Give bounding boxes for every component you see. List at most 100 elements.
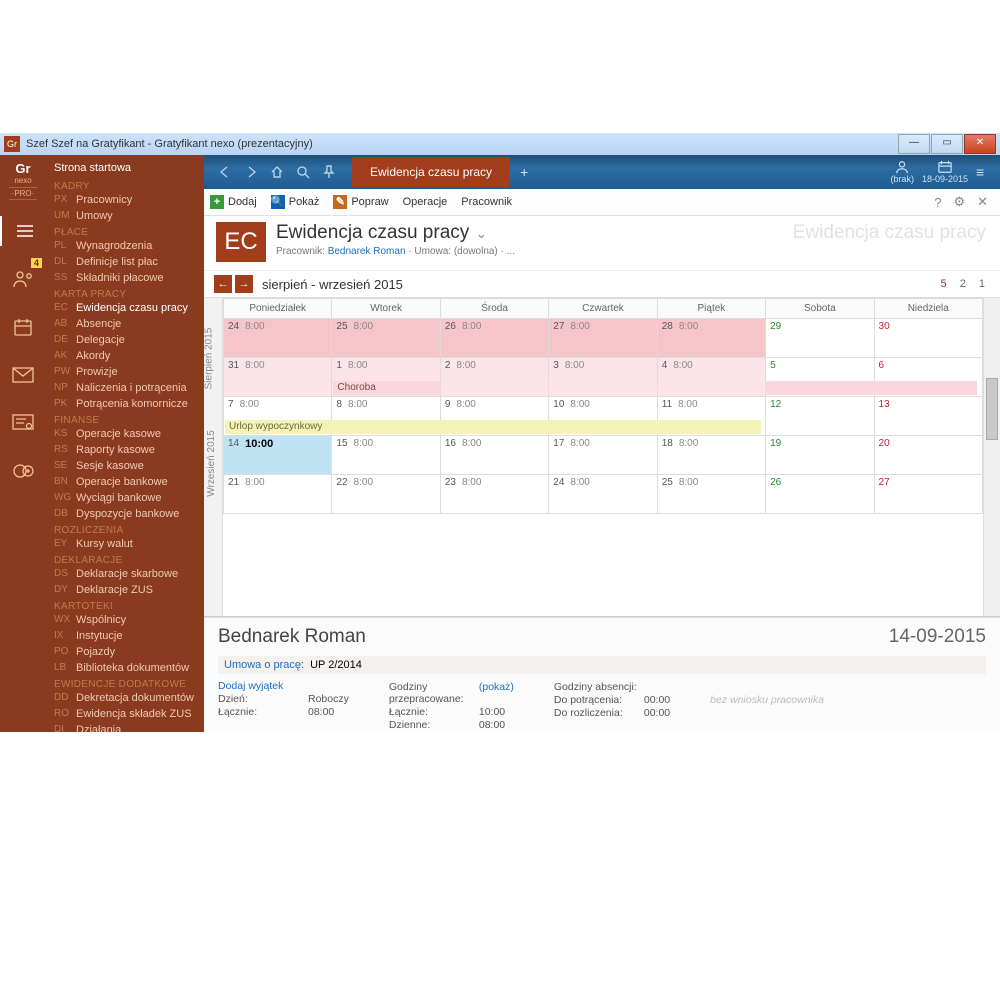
sidebar-item[interactable]: DLDefinicje list płac (46, 254, 204, 270)
nav-search-icon[interactable] (295, 164, 311, 180)
nav-back-icon[interactable] (217, 164, 233, 180)
calendar-cell[interactable]: 248:00 (549, 475, 657, 514)
employee-link[interactable]: Bednarek Roman (328, 246, 406, 257)
calendar-cell[interactable]: 258:00 (332, 319, 440, 358)
toolbar-show[interactable]: 🔍Pokaż (271, 195, 320, 209)
nav-pin-icon[interactable] (321, 164, 337, 180)
calendar-cell[interactable]: 268:00 (440, 319, 548, 358)
calendar-cell[interactable]: 26 (766, 475, 874, 514)
next-month-button[interactable]: → (235, 275, 253, 293)
calendar-grid[interactable]: PoniedziałekWtorekŚrodaCzwartekPiątekSob… (223, 298, 983, 616)
calendar-cell[interactable]: 19 (766, 436, 874, 475)
calendar-cell[interactable]: 98:00 (440, 397, 548, 436)
calendar-cell[interactable]: 248:00 (224, 319, 332, 358)
sidebar-item[interactable]: PLWynagrodzenia (46, 238, 204, 254)
help-icon[interactable]: ? (934, 195, 941, 210)
sidebar-item[interactable]: UMUmowy (46, 208, 204, 224)
prev-month-button[interactable]: ← (214, 275, 232, 293)
sidebar-item[interactable]: SESesje kasowe (46, 458, 204, 474)
calendar-cell[interactable]: 188:00 (657, 436, 765, 475)
sidebar-item[interactable]: PWProwizje (46, 364, 204, 380)
ribbon-date[interactable]: 18-09-2015 (922, 160, 968, 184)
toolbar-fix[interactable]: ✎Popraw (333, 195, 388, 209)
calendar-cell[interactable]: 238:00 (440, 475, 548, 514)
calendar-cell[interactable]: 1410:00 (224, 436, 332, 475)
scrollbar-vertical[interactable] (983, 298, 1000, 616)
sidebar-item[interactable]: IXInstytucje (46, 628, 204, 644)
calendar-cell[interactable]: 20 (874, 436, 982, 475)
sidebar-item[interactable]: DSDeklaracje skarbowe (46, 566, 204, 582)
calendar-cell[interactable]: 288:00 (657, 319, 765, 358)
calendar-cell[interactable]: 178:00 (549, 436, 657, 475)
rail-clock-icon[interactable] (8, 312, 38, 342)
rail-mail-icon[interactable] (8, 360, 38, 390)
calendar-cell[interactable]: 168:00 (440, 436, 548, 475)
sidebar-item[interactable]: ABAbsencje (46, 316, 204, 332)
calendar-cell[interactable]: 218:00 (224, 475, 332, 514)
calendar-cell[interactable]: 27 (874, 475, 982, 514)
sidebar-item[interactable]: PKPotrącenia komornicze (46, 396, 204, 412)
calendar-cell[interactable]: 258:00 (657, 475, 765, 514)
add-exception-link[interactable]: Dodaj wyjątek (218, 680, 349, 692)
calendar-cell[interactable]: 12 (766, 397, 874, 436)
calendar-cell[interactable]: 78:00Urlop wypoczynkowy (224, 397, 332, 436)
sidebar-home[interactable]: Strona startowa (46, 159, 204, 178)
ribbon-user[interactable]: (brak) (890, 160, 914, 184)
sidebar-item[interactable]: PXPracownicy (46, 192, 204, 208)
nav-home-icon[interactable] (269, 164, 285, 180)
sidebar-item[interactable]: DIDziałania (46, 722, 204, 732)
calendar-cell[interactable]: 108:00 (549, 397, 657, 436)
sidebar-item[interactable]: DEDelegacje (46, 332, 204, 348)
sidebar-item[interactable]: ROEwidencja składek ZUS (46, 706, 204, 722)
sidebar-item[interactable]: RSRaporty kasowe (46, 442, 204, 458)
rail-users-icon[interactable]: 4 (8, 264, 38, 294)
calendar-cell[interactable]: 318:00 (224, 358, 332, 397)
sidebar-item[interactable]: POPojazdy (46, 644, 204, 660)
toolbar-add[interactable]: +Dodaj (210, 195, 257, 209)
sidebar-item[interactable]: DYDeklaracje ZUS (46, 582, 204, 598)
sidebar-item[interactable]: WGWyciągi bankowe (46, 490, 204, 506)
calendar-cell[interactable]: 88:00 (332, 397, 440, 436)
calendar-cell[interactable]: 30 (874, 319, 982, 358)
contract-label[interactable]: Umowa o pracę: (224, 659, 304, 671)
toolbar-emp[interactable]: Pracownik (461, 196, 512, 208)
calendar-cell[interactable]: 158:00 (332, 436, 440, 475)
sidebar-item[interactable]: DDDekretacja dokumentów (46, 690, 204, 706)
maximize-button[interactable]: ▭ (931, 134, 963, 154)
gear-icon[interactable]: ⚙ (953, 194, 965, 210)
rail-add-icon[interactable] (8, 456, 38, 486)
toolbar-ops[interactable]: Operacje (403, 196, 448, 208)
calendar-cell[interactable]: 29 (766, 319, 874, 358)
sidebar-item[interactable]: WXWspólnicy (46, 612, 204, 628)
minimize-button[interactable]: — (898, 134, 930, 154)
sidebar-item[interactable]: LBBiblioteka dokumentów (46, 660, 204, 676)
rail-cert-icon[interactable] (8, 408, 38, 438)
sidebar-item[interactable]: SSSkładniki płacowe (46, 270, 204, 286)
zoom-1[interactable]: 1 (979, 278, 985, 290)
ribbon-tab-active[interactable]: Ewidencja czasu pracy (352, 157, 510, 187)
nav-fwd-icon[interactable] (243, 164, 259, 180)
sidebar-item[interactable]: AKAkordy (46, 348, 204, 364)
show-hours-link[interactable]: (pokaż) (479, 681, 514, 705)
sidebar-item[interactable]: DBDyspozycje bankowe (46, 506, 204, 522)
ribbon-menu-icon[interactable]: ≡ (976, 164, 992, 180)
calendar-cell[interactable]: 228:00 (332, 475, 440, 514)
calendar-cell[interactable]: 278:00 (549, 319, 657, 358)
sidebar-item[interactable]: ECEwidencja czasu pracy (46, 300, 204, 316)
calendar-cell[interactable]: 38:00 (549, 358, 657, 397)
calendar-cell[interactable]: 28:00 (440, 358, 548, 397)
calendar-cell[interactable]: 118:00 (657, 397, 765, 436)
calendar-cell[interactable]: 13 (874, 397, 982, 436)
rail-menu-icon[interactable] (0, 216, 48, 246)
page-title[interactable]: Ewidencja czasu pracy ⌄ (276, 222, 793, 244)
calendar-cell[interactable]: 18:00Choroba (332, 358, 440, 397)
sidebar-item[interactable]: BNOperacje bankowe (46, 474, 204, 490)
calendar-cell[interactable]: 5 (766, 358, 874, 397)
close-button[interactable]: ✕ (964, 134, 996, 154)
zoom-5[interactable]: 5 (941, 278, 947, 290)
sidebar-item[interactable]: KSOperacje kasowe (46, 426, 204, 442)
sidebar-item[interactable]: NPNaliczenia i potrącenia (46, 380, 204, 396)
zoom-2[interactable]: 2 (960, 278, 966, 290)
ribbon-add-tab[interactable]: + (520, 164, 528, 180)
sidebar-item[interactable]: EYKursy walut (46, 536, 204, 552)
